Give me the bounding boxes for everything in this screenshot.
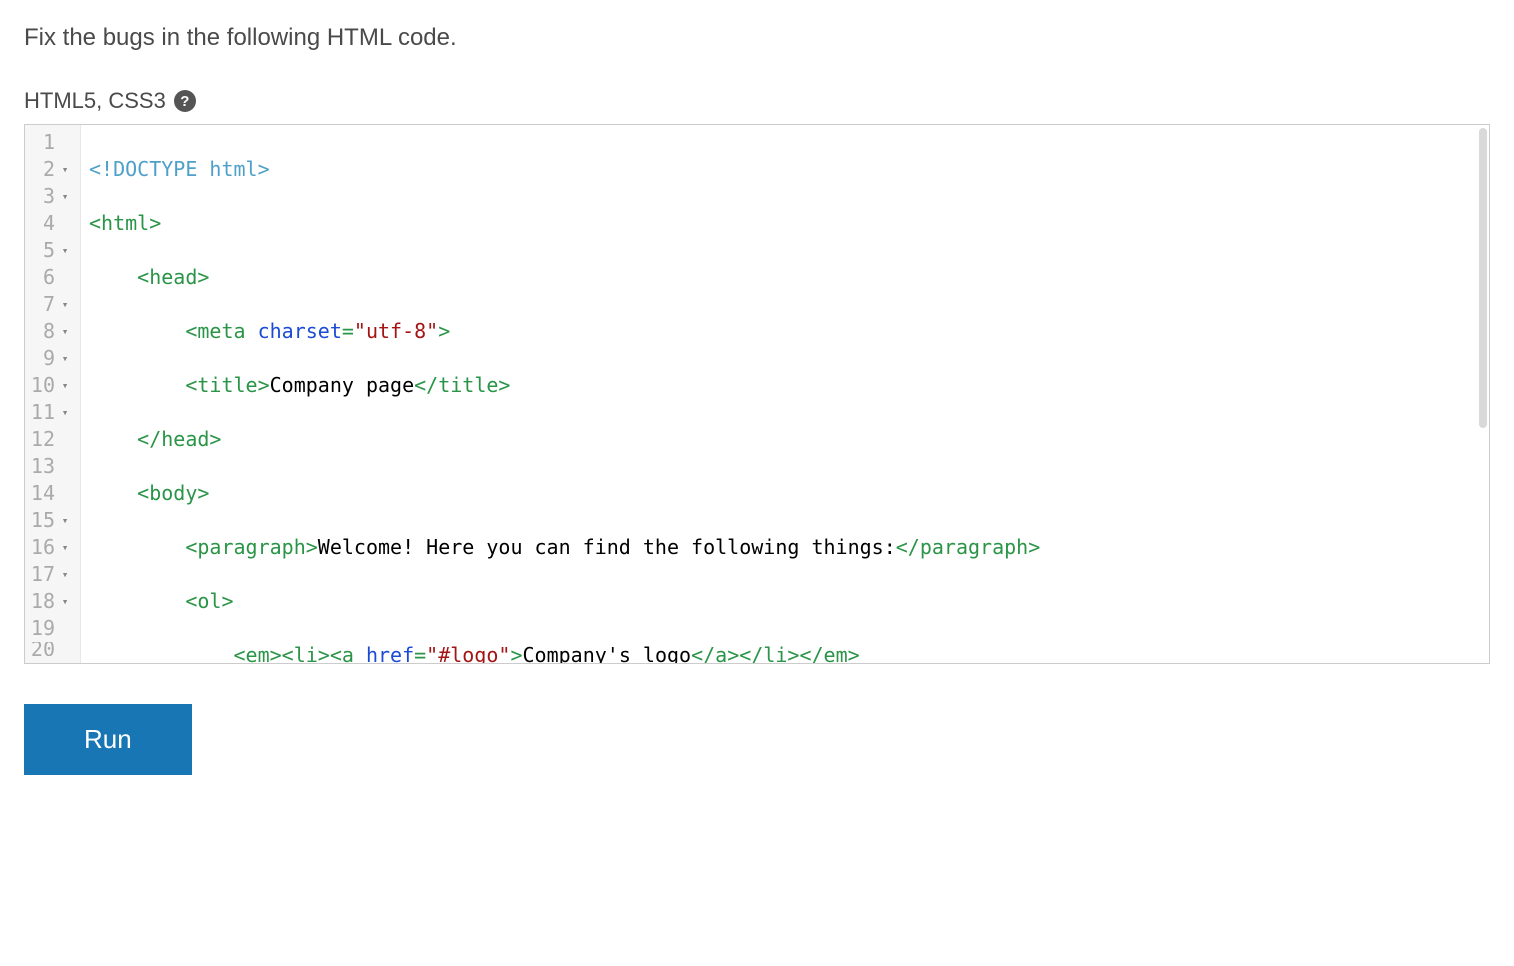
fold-marker[interactable]: ▾ (58, 156, 72, 183)
line-number: 2 (25, 156, 55, 183)
code-token: href (366, 643, 414, 663)
code-indent (89, 481, 137, 505)
fold-marker[interactable]: ▾ (58, 183, 72, 210)
line-number: 16 (25, 534, 55, 561)
language-label: HTML5, CSS3 (24, 88, 166, 114)
line-number: 15 (25, 507, 55, 534)
line-number: 20 (25, 642, 55, 656)
line-number: 5 (25, 237, 55, 264)
fold-marker[interactable]: ▾ (58, 507, 72, 534)
code-indent (89, 643, 234, 663)
code-indent (89, 319, 185, 343)
fold-marker[interactable]: ▾ (58, 237, 72, 264)
code-token: </paragraph> (896, 535, 1041, 559)
code-token: <html> (89, 211, 161, 235)
language-label-row: HTML5, CSS3 ? (24, 88, 1490, 114)
code-token: </head> (137, 427, 221, 451)
code-token: <paragraph> (185, 535, 317, 559)
line-number: 4 (25, 210, 55, 237)
code-token: = (414, 643, 426, 663)
line-number: 10 (25, 372, 55, 399)
fold-marker[interactable]: ▾ (58, 291, 72, 318)
code-token: </title> (414, 373, 510, 397)
line-number: 12 (25, 426, 55, 453)
code-indent (89, 589, 185, 613)
line-number: 19 (25, 615, 55, 642)
code-indent (89, 373, 185, 397)
line-number: 11 (25, 399, 55, 426)
line-number: 14 (25, 480, 55, 507)
code-token: "#logo" (426, 643, 510, 663)
code-indent (89, 535, 185, 559)
code-indent (89, 427, 137, 451)
code-token: <title> (185, 373, 269, 397)
line-number: 6 (25, 264, 55, 291)
line-number: 9 (25, 345, 55, 372)
fold-marker[interactable]: ▾ (58, 372, 72, 399)
code-token: <body> (137, 481, 209, 505)
line-number: 1 (25, 129, 55, 156)
scrollbar-thumb[interactable] (1479, 128, 1487, 428)
line-number: 18 (25, 588, 55, 615)
code-token: "utf-8" (354, 319, 438, 343)
code-token: Welcome! Here you can find the following… (318, 535, 896, 559)
code-token: charset (258, 319, 342, 343)
line-number: 13 (25, 453, 55, 480)
code-token: <head> (137, 265, 209, 289)
line-number: 7 (25, 291, 55, 318)
help-icon[interactable]: ? (174, 90, 196, 112)
code-token: > (510, 643, 522, 663)
line-number: 3 (25, 183, 55, 210)
code-token: <ol> (185, 589, 233, 613)
code-editor[interactable]: 1 2▾ 3▾ 4 5▾ 6 7▾ 8▾ 9▾ 10▾ 11▾ 12 13 14… (24, 124, 1490, 664)
fold-marker[interactable]: ▾ (58, 399, 72, 426)
code-token: <!DOCTYPE html> (89, 157, 270, 181)
fold-marker[interactable]: ▾ (58, 588, 72, 615)
code-content[interactable]: <!DOCTYPE html> <html> <head> <meta char… (81, 125, 1489, 663)
code-token: > (438, 319, 450, 343)
fold-marker[interactable]: ▾ (58, 318, 72, 345)
fold-marker[interactable]: ▾ (58, 534, 72, 561)
code-indent (89, 265, 137, 289)
editor-gutter: 1 2▾ 3▾ 4 5▾ 6 7▾ 8▾ 9▾ 10▾ 11▾ 12 13 14… (25, 125, 81, 663)
instruction-text: Fix the bugs in the following HTML code. (24, 24, 1490, 52)
line-number: 8 (25, 318, 55, 345)
line-number: 17 (25, 561, 55, 588)
code-token: = (342, 319, 354, 343)
code-token: <meta (185, 319, 257, 343)
fold-marker[interactable]: ▾ (58, 561, 72, 588)
code-token: Company's logo (523, 643, 692, 663)
code-token: </a></li></em> (691, 643, 860, 663)
run-button[interactable]: Run (24, 704, 192, 775)
code-token: <em><li><a (234, 643, 366, 663)
fold-marker[interactable]: ▾ (58, 345, 72, 372)
code-token: Company page (270, 373, 415, 397)
